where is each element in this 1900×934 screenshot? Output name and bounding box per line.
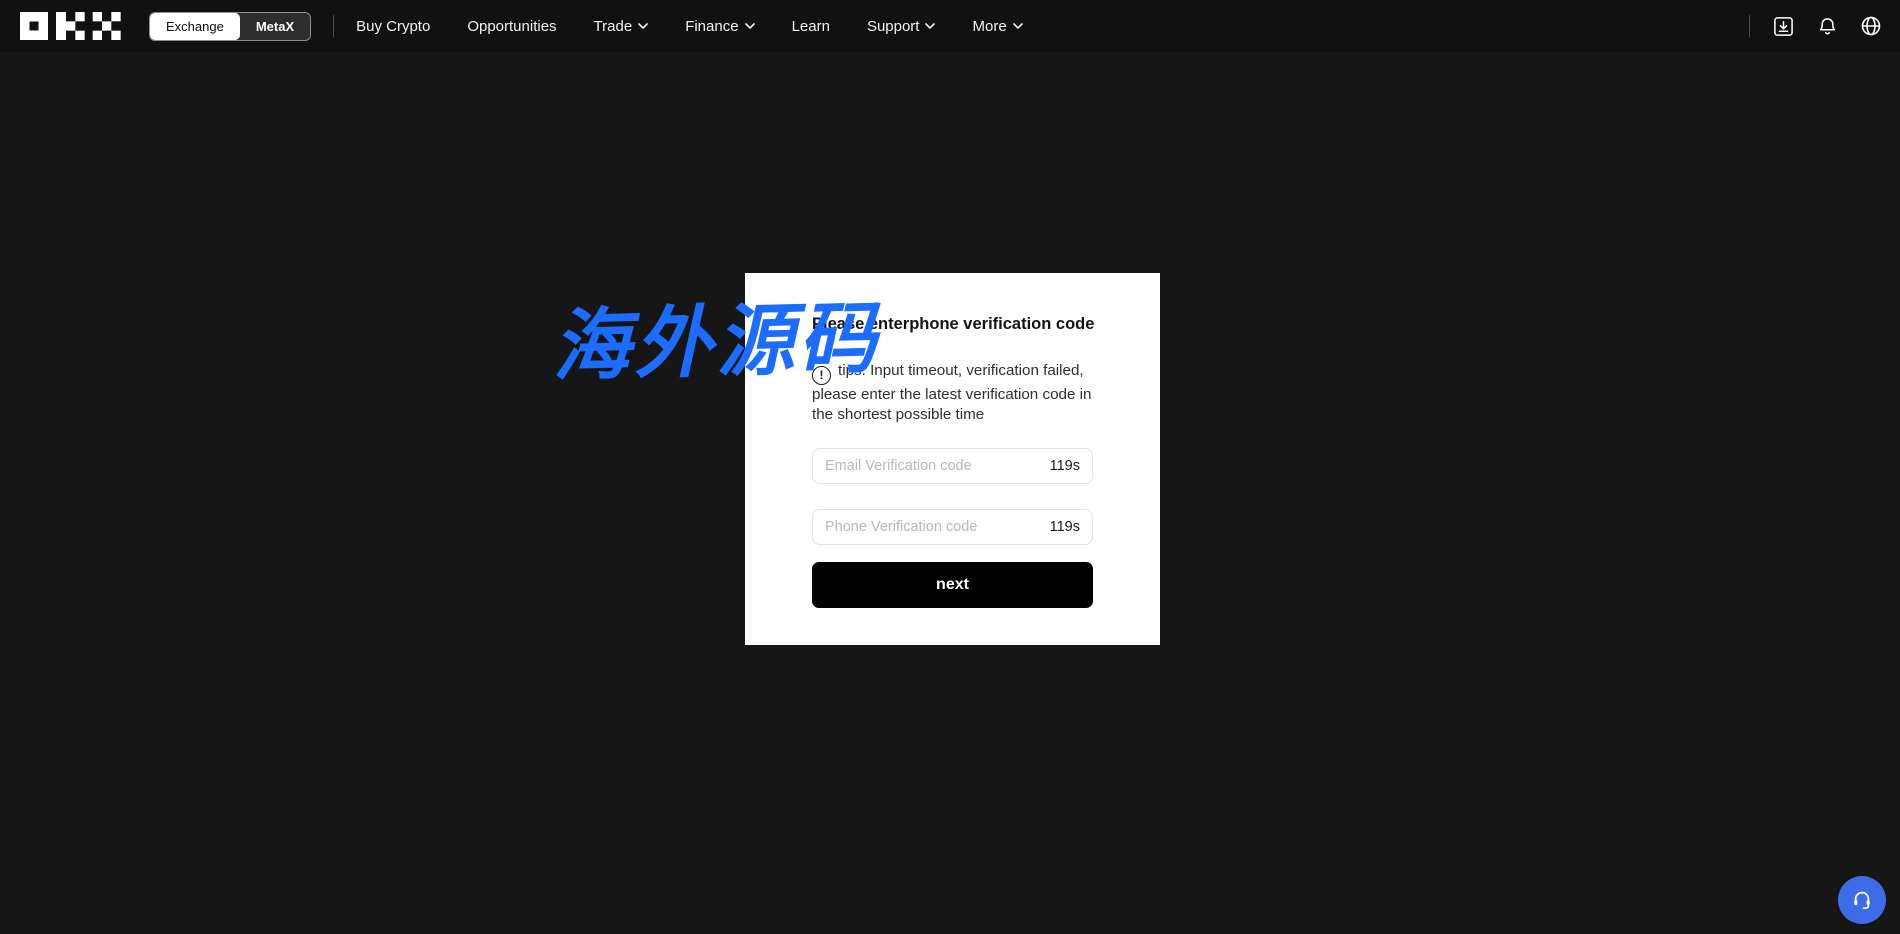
email-code-timer: 119s xyxy=(1050,458,1080,474)
tips-message: !tips: Input timeout, verification faile… xyxy=(812,361,1093,424)
header-divider xyxy=(1749,15,1750,37)
top-navbar: Exchange MetaX Buy Crypto Opportunities … xyxy=(0,0,1900,52)
chevron-down-icon xyxy=(1013,23,1023,29)
toggle-exchange[interactable]: Exchange xyxy=(150,13,240,40)
nav-finance[interactable]: Finance xyxy=(685,18,754,35)
nav-trade[interactable]: Trade xyxy=(594,18,649,35)
modal-title: Please enterphone verification code xyxy=(812,315,1093,334)
next-button[interactable]: next xyxy=(812,562,1093,608)
nav-learn[interactable]: Learn xyxy=(792,18,830,35)
header-divider xyxy=(333,15,334,37)
email-code-field: 119s xyxy=(812,448,1093,484)
support-chat-button[interactable] xyxy=(1838,876,1886,924)
toggle-metax[interactable]: MetaX xyxy=(240,13,310,40)
globe-icon[interactable] xyxy=(1860,15,1882,37)
verification-modal: Please enterphone verification code !tip… xyxy=(745,273,1160,645)
header-actions xyxy=(1727,15,1882,37)
nav-more[interactable]: More xyxy=(972,18,1022,35)
download-icon[interactable] xyxy=(1772,15,1794,37)
bell-icon[interactable] xyxy=(1816,15,1838,37)
nav-support[interactable]: Support xyxy=(867,18,936,35)
exchange-metax-toggle: Exchange MetaX xyxy=(149,12,311,41)
headset-icon xyxy=(1851,889,1873,911)
nav-buy-crypto[interactable]: Buy Crypto xyxy=(356,18,430,35)
chevron-down-icon xyxy=(925,23,935,29)
main-nav: Buy Crypto Opportunities Trade Finance L… xyxy=(356,18,1023,35)
phone-code-field: 119s xyxy=(812,509,1093,545)
warning-icon: ! xyxy=(812,366,831,385)
okx-logo[interactable] xyxy=(20,12,121,40)
phone-code-timer: 119s xyxy=(1050,519,1080,535)
chevron-down-icon xyxy=(638,23,648,29)
chevron-down-icon xyxy=(745,23,755,29)
nav-opportunities[interactable]: Opportunities xyxy=(467,18,556,35)
tips-text: tips: Input timeout, verification failed… xyxy=(812,362,1091,423)
